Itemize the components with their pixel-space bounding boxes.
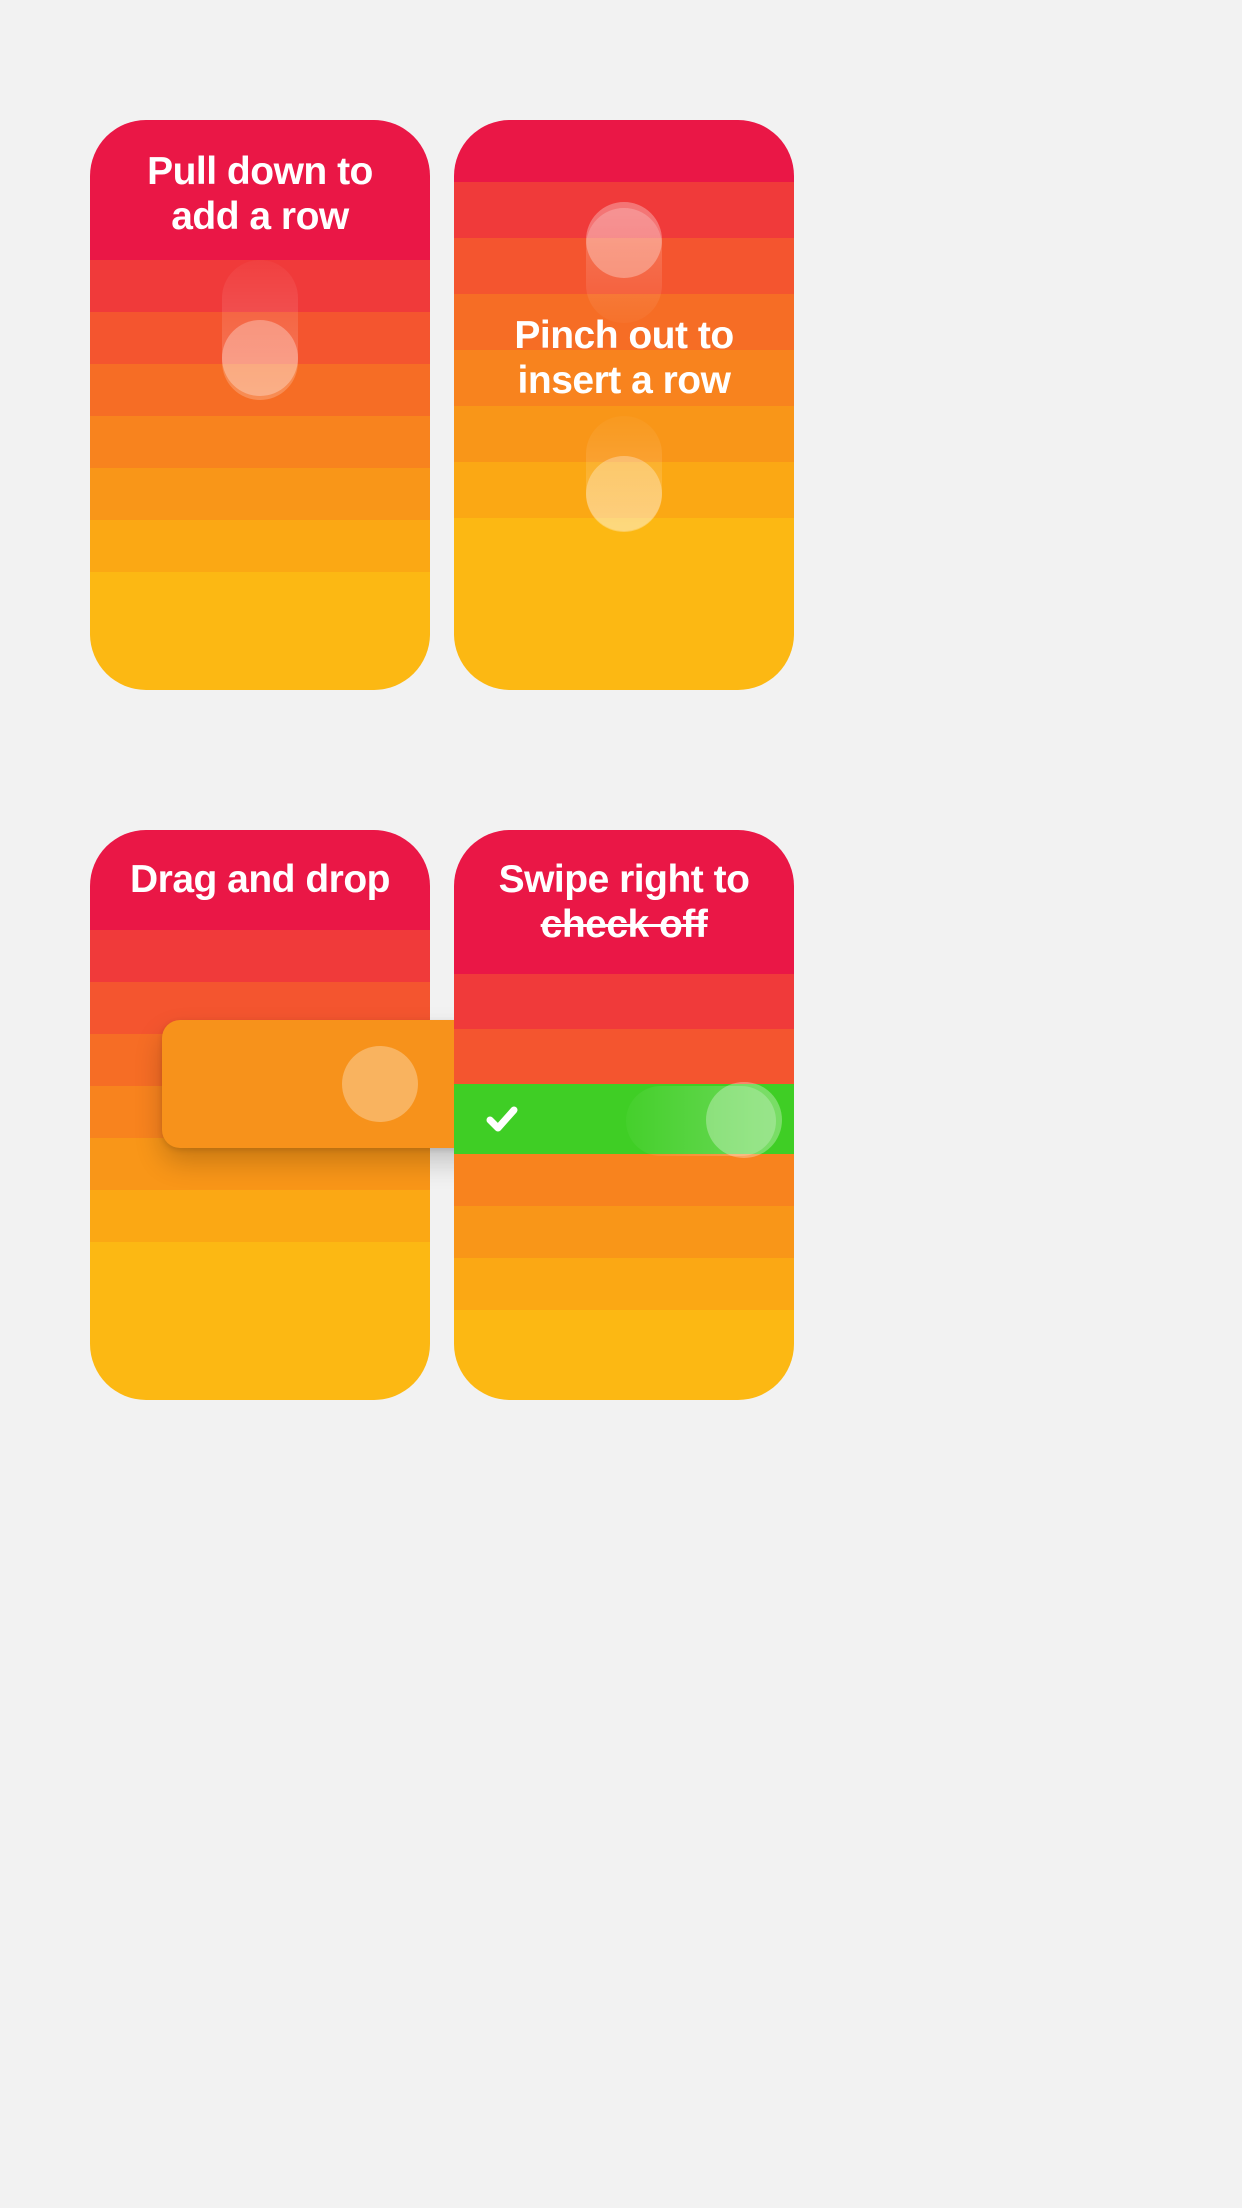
- gesture-card-pull-down: Pull down to add a row: [90, 120, 430, 690]
- list-row: [90, 1190, 430, 1242]
- card-title: Pull down to add a row: [90, 150, 430, 240]
- card-title: Drag and drop: [90, 858, 430, 903]
- title-line: Pinch out to: [514, 314, 733, 357]
- list-row: [454, 238, 794, 294]
- list-row: [454, 1206, 794, 1258]
- title-line: Pull down to: [147, 150, 373, 193]
- header-row: [454, 120, 794, 182]
- list-row: [90, 468, 430, 520]
- card-title: Swipe right to check off: [454, 858, 794, 948]
- gesture-card-swipe-right: Swipe right to check off: [454, 830, 794, 1400]
- title-line: insert a row: [518, 359, 731, 402]
- gesture-card-pinch-out: Pinch out to insert a row: [454, 120, 794, 690]
- list-row: [90, 312, 430, 364]
- list-row: [90, 260, 430, 312]
- list-row: [454, 974, 794, 1029]
- title-line: Drag and drop: [130, 858, 390, 901]
- list-row: [90, 416, 430, 468]
- list-row: [90, 520, 430, 572]
- gesture-card-drag-drop: Drag and drop: [90, 830, 430, 1400]
- list-row: [454, 462, 794, 518]
- row-stack: [454, 120, 794, 690]
- list-row: [454, 1310, 794, 1400]
- list-row: [454, 1154, 794, 1206]
- list-row: [454, 1029, 794, 1084]
- list-row: [454, 182, 794, 238]
- completed-row[interactable]: [454, 1084, 794, 1154]
- list-row: [454, 406, 794, 462]
- title-line: Swipe right to: [499, 858, 750, 901]
- checkmark-icon: [482, 1099, 522, 1139]
- title-line: add a row: [171, 195, 349, 238]
- dragged-row[interactable]: [162, 1020, 502, 1148]
- list-row: [90, 1242, 430, 1400]
- title-line-strikethrough: check off: [541, 903, 708, 946]
- list-row: [90, 572, 430, 690]
- list-row: [90, 364, 430, 416]
- card-title: Pinch out to insert a row: [454, 314, 794, 404]
- touch-indicator-icon: [342, 1046, 418, 1122]
- list-row: [90, 930, 430, 982]
- list-row: [454, 1258, 794, 1310]
- list-row: [454, 518, 794, 690]
